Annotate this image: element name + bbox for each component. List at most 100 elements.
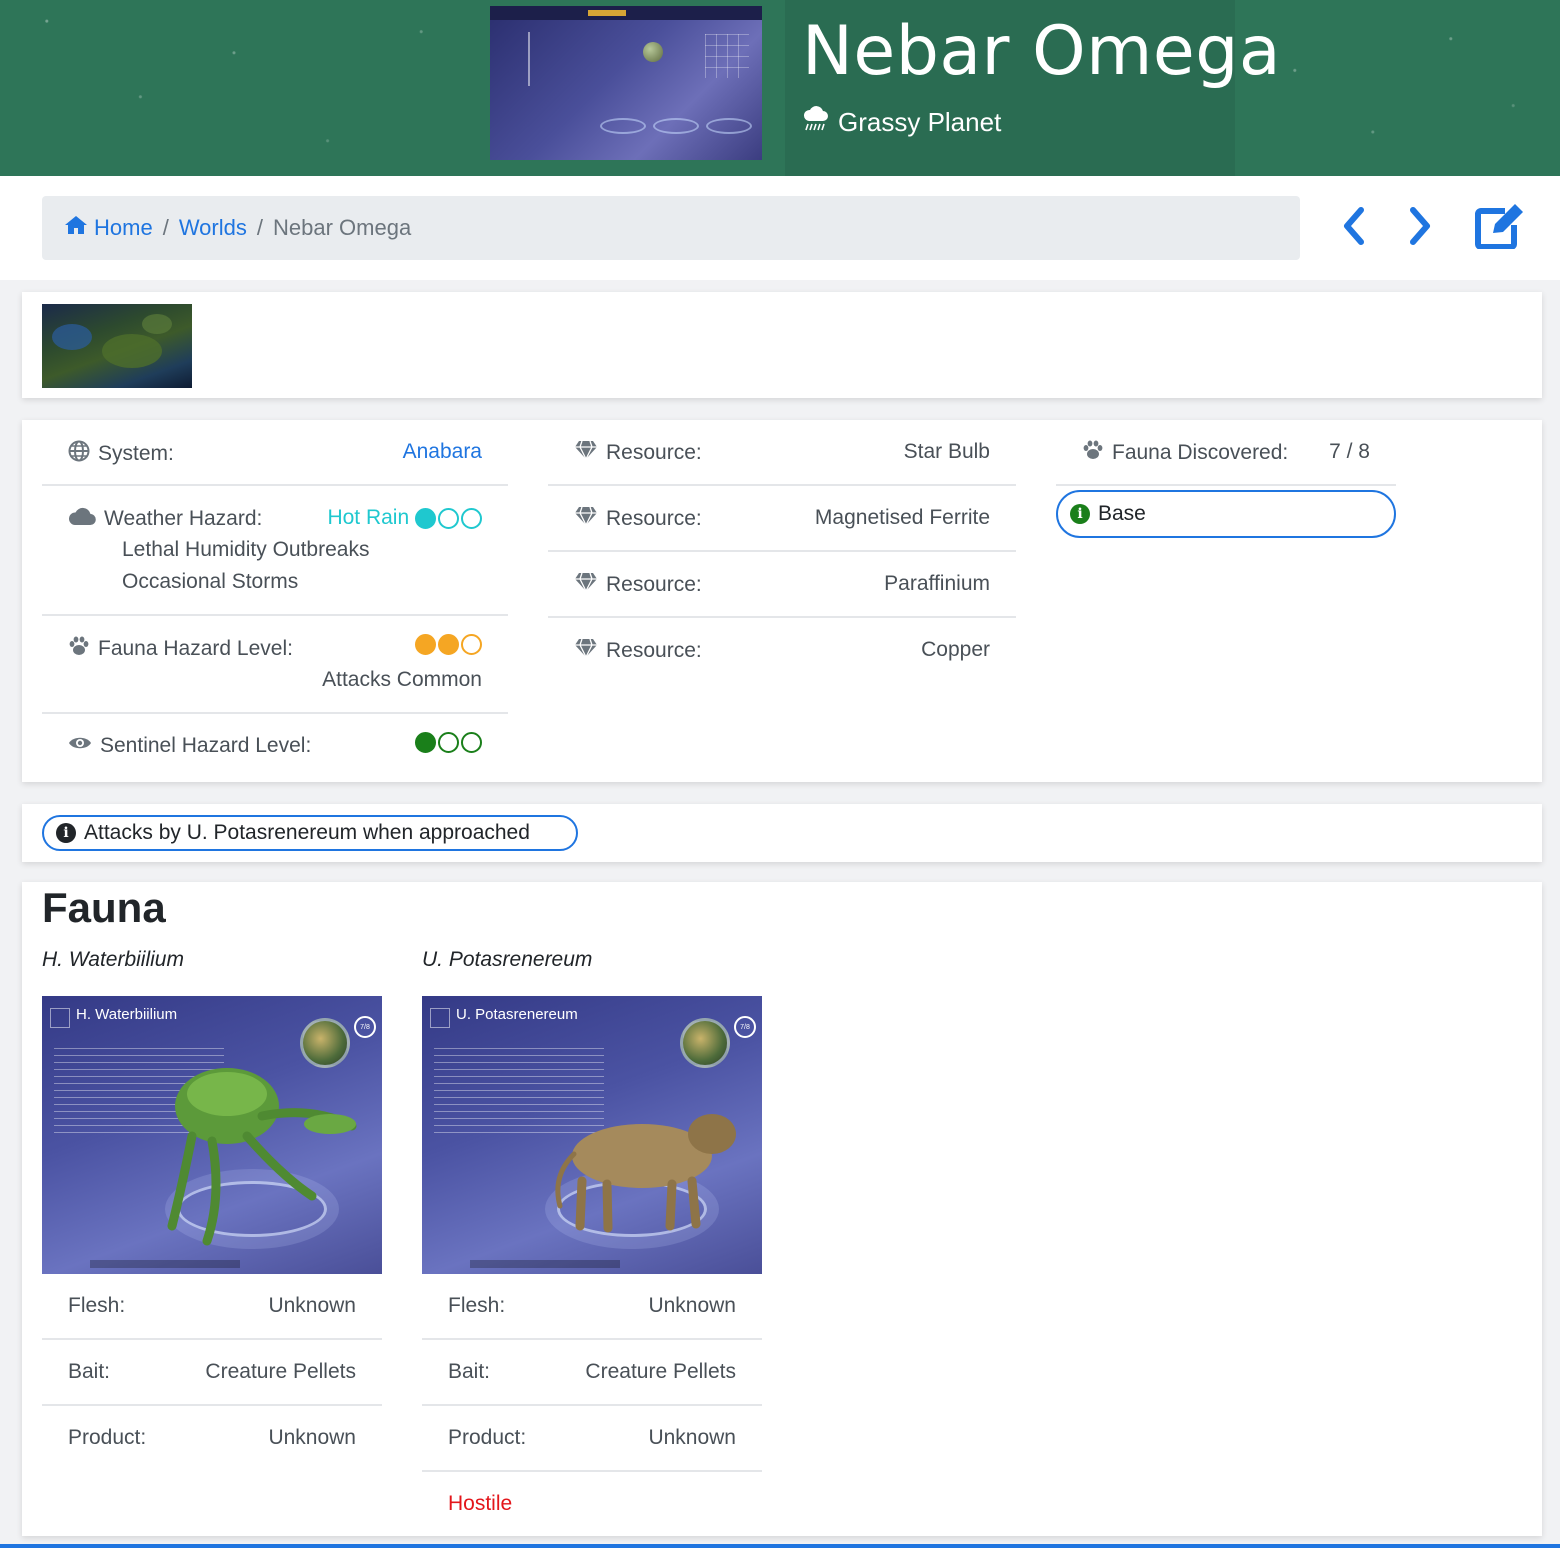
bait-value: Creature Pellets <box>205 1360 356 1383</box>
fauna-hazard-label: Fauna Hazard Level: <box>98 637 293 660</box>
screenshot-active-tab <box>588 10 626 16</box>
weather-value-group: Hot Rain <box>327 506 482 530</box>
breadcrumb-separator: / <box>162 215 169 240</box>
resource-label-group: Resource: <box>574 440 702 466</box>
resource-label-group: Resource: <box>574 638 702 664</box>
resource-row: Resource: Magnetised Ferrite <box>548 486 1016 552</box>
world-info-card: System: Anabara Weather Hazard: Hot Rain… <box>22 420 1542 782</box>
product-value: Unknown <box>648 1426 736 1449</box>
thumbnail-detail <box>102 334 162 368</box>
eye-icon <box>68 734 92 758</box>
footer-accent-line <box>0 1544 1560 1548</box>
screenshot-info-list <box>528 32 588 86</box>
system-row: System: Anabara <box>42 420 508 486</box>
gem-icon <box>574 638 598 664</box>
level-dot-empty <box>438 732 459 753</box>
discovery-counter: 7/8 <box>734 1016 756 1038</box>
planet-type: Grassy Planet <box>802 106 1001 139</box>
flesh-value: Unknown <box>648 1294 736 1317</box>
thumbnail-detail <box>52 324 92 350</box>
screenshot-pad <box>706 118 752 134</box>
page-title: Nebar Omega <box>802 12 1282 91</box>
product-value: Unknown <box>268 1426 356 1449</box>
gem-icon <box>574 572 598 598</box>
breadcrumb-home[interactable]: Home <box>64 215 153 241</box>
breadcrumb-separator: / <box>256 215 263 240</box>
hostile-tag: Hostile <box>448 1492 513 1515</box>
level-dot-filled <box>438 634 459 655</box>
creature-name: U. Potasrenereum <box>422 948 593 971</box>
cloud-icon <box>68 506 96 532</box>
system-label: System: <box>98 442 174 465</box>
resource-label: Resource: <box>606 507 702 530</box>
resource-value: Magnetised Ferrite <box>814 506 990 529</box>
info-icon: i <box>1070 504 1090 524</box>
rain-cloud-icon <box>802 106 830 139</box>
status-bar <box>470 1260 620 1268</box>
creature-image[interactable]: H. Waterbiilium 7/8 <box>42 996 382 1274</box>
sentinel-label: Sentinel Hazard Level: <box>100 734 312 757</box>
resource-label-group: Resource: <box>574 506 702 532</box>
world-header: Nebar Omega Grassy Planet <box>0 0 1560 176</box>
edit-square-icon <box>50 1008 70 1028</box>
resource-label: Resource: <box>606 441 702 464</box>
attack-note-badge[interactable]: i Attacks by U. Potasrenereum when appro… <box>42 815 578 851</box>
breadcrumb-current: Nebar Omega <box>273 215 412 240</box>
resource-label: Resource: <box>606 639 702 662</box>
gallery-thumbnail[interactable] <box>42 304 192 388</box>
product-label: Product: <box>448 1426 527 1449</box>
resource-value: Paraffinium <box>884 572 990 595</box>
level-dot-filled <box>415 507 436 529</box>
thumbnail-detail <box>142 314 172 334</box>
fauna-card: Fauna H. Waterbiilium H. Waterbiilium 7/… <box>22 882 1542 1536</box>
resource-label: Resource: <box>606 573 702 596</box>
base-badge[interactable]: i Base <box>1056 490 1396 538</box>
level-dot-empty <box>461 507 482 529</box>
flesh-label: Flesh: <box>68 1294 126 1317</box>
bait-label: Bait: <box>448 1360 491 1383</box>
notes-card: i Attacks by U. Potasrenereum when appro… <box>22 804 1542 862</box>
creature-figure <box>167 1068 357 1246</box>
bait-value: Creature Pellets <box>585 1360 736 1383</box>
weather-note: Occasional Storms <box>122 570 299 593</box>
globe-icon <box>68 440 90 468</box>
breadcrumb-worlds[interactable]: Worlds <box>179 215 247 241</box>
screenshot-grid <box>705 34 749 78</box>
screenshot-pad <box>600 118 646 134</box>
level-dot-filled <box>415 732 436 753</box>
flesh-label: Flesh: <box>448 1294 506 1317</box>
attack-note-text: Attacks by U. Potasrenereum when approac… <box>84 821 530 844</box>
edit-button[interactable] <box>1474 203 1526 250</box>
resource-value: Star Bulb <box>903 440 990 463</box>
resource-row: Resource: Paraffinium <box>548 552 1016 618</box>
planet-type-label: Grassy Planet <box>838 107 1002 137</box>
product-row: Product: Unknown <box>422 1406 762 1472</box>
next-button[interactable] <box>1398 206 1442 250</box>
resources-column: Resource: Star Bulb Resource: Magnetised… <box>548 420 1016 684</box>
previous-button[interactable] <box>1332 206 1376 250</box>
discovery-column: Fauna Discovered: 7 / 8 i Base <box>1056 420 1396 538</box>
fauna-heading: Fauna <box>42 884 166 931</box>
info-icon: i <box>56 823 76 843</box>
fauna-discovered-label-group: Fauna Discovered: <box>1082 440 1288 466</box>
fauna-hazard-note: Attacks Common <box>322 668 482 691</box>
fauna-hazard-label-group: Fauna Hazard Level: <box>68 636 293 662</box>
system-link[interactable]: Anabara <box>403 440 482 464</box>
chevron-left-icon <box>1341 206 1367 251</box>
starfield-background <box>0 0 1560 176</box>
discovery-counter: 7/8 <box>354 1016 376 1038</box>
resource-value: Copper <box>921 638 990 661</box>
fauna-hazard-dots <box>415 634 482 655</box>
screenshot-planet-globe <box>643 42 663 62</box>
creature-image-title: H. Waterbiilium <box>76 1006 178 1023</box>
creature-image[interactable]: U. Potasrenereum 7/8 <box>422 996 762 1274</box>
edit-square-icon <box>430 1008 450 1028</box>
bait-label: Bait: <box>68 1360 111 1383</box>
flesh-row: Flesh: Unknown <box>422 1274 762 1340</box>
world-screenshot[interactable] <box>490 6 762 160</box>
creature-name: H. Waterbiilium <box>42 948 184 971</box>
weather-level-dots <box>415 507 482 529</box>
planet-globe-icon <box>680 1018 730 1068</box>
weather-label-group: Weather Hazard: <box>68 506 262 532</box>
sentinel-label-group: Sentinel Hazard Level: <box>68 734 311 758</box>
